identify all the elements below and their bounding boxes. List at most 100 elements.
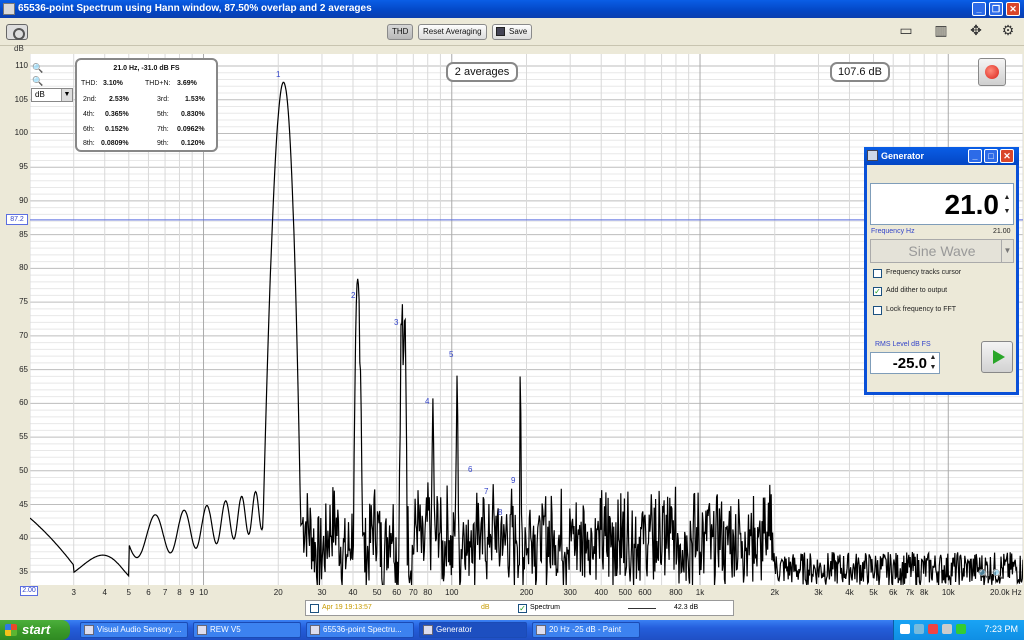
window-title-bar[interactable]: 65536-point Spectrum using Hann window, … [0, 0, 1024, 18]
system-tray: 7:23 PM [893, 620, 1024, 640]
x-tick-label: 600 [638, 588, 652, 597]
taskbar-item-label: 65536-point Spectru... [323, 625, 402, 634]
waveform-value: Sine Wave [908, 243, 976, 259]
x-tick-label: 10 [199, 588, 208, 597]
x-tick-label: 5k [869, 588, 878, 597]
y-tick-label: 50 [19, 465, 28, 475]
x-tick-label: 60 [392, 588, 402, 597]
taskbar-item[interactable]: REW V5 [193, 622, 301, 638]
y-tick-label: 105 [14, 94, 28, 104]
taskbar-item[interactable]: Generator [419, 622, 527, 638]
generator-close-button[interactable]: ✕ [1000, 149, 1014, 163]
rms-level-input[interactable]: -25.0 ▲ ▼ [870, 352, 940, 374]
generator-title-bar[interactable]: Generator _ □ ✕ [864, 147, 1019, 165]
x-tick-label: 70 [408, 588, 418, 597]
thd-header: 21.0 Hz, -31.0 dB FS [113, 65, 180, 72]
fit-arrows-icon[interactable]: ✥ [963, 22, 989, 42]
save-label: Save [509, 27, 528, 36]
peak-label: 2 [351, 291, 356, 300]
zoom-out-icon[interactable]: 🔍 [32, 75, 44, 87]
level-badge: 107.6 dB [830, 62, 890, 82]
thd-value: 3.10% [103, 80, 123, 87]
y-tick-label: 60 [19, 398, 28, 408]
taskbar-item[interactable]: 65536-point Spectru... [306, 622, 414, 638]
x-tick-label: 7k [905, 588, 915, 597]
camera-icon[interactable] [6, 24, 28, 40]
x-zoom-in-icon[interactable]: 🔍 [978, 568, 990, 580]
x-tick-label: 6 [146, 588, 151, 597]
level-down-icon[interactable]: ▼ [928, 364, 938, 374]
lock-frequency-checkbox[interactable]: Lock frequency to FFT [873, 305, 1013, 317]
x-tick-label: 80 [423, 588, 433, 597]
close-button[interactable]: ✕ [1006, 2, 1020, 16]
frequency-value: 21.0 [944, 189, 1000, 220]
y-tick-label: 110 [15, 61, 28, 70]
frequency-tracks-cursor-checkbox[interactable]: Frequency tracks cursor [873, 268, 1013, 280]
graph-layout-icon[interactable]: ▭ [893, 22, 919, 42]
measurement-checkbox[interactable] [310, 604, 319, 613]
panel-layout-icon[interactable]: ▥ [928, 22, 954, 42]
checkbox-label: Frequency tracks cursor [886, 269, 962, 276]
x-zoom-out-icon[interactable]: 🔍 [992, 568, 1004, 580]
thd-row: 8th: 0.0809% 9th: 0.120% [81, 140, 216, 150]
reset-averaging-button[interactable]: Reset Averaging [418, 24, 487, 40]
y-tick-label: 75 [19, 297, 28, 307]
security-icon[interactable] [928, 624, 938, 634]
x-tick-label: 5 [126, 588, 132, 597]
checkbox-label: Add dither to output [886, 287, 948, 294]
thd-row: 4th: 0.365% 5th: 0.830% [81, 111, 216, 121]
zoom-in-icon[interactable]: 🔍 [32, 62, 44, 74]
x-tick-label: 800 [669, 588, 683, 597]
measurement-name: Apr 19 19:13:57 [322, 604, 372, 611]
gear-icon[interactable]: ⚙ [998, 22, 1018, 42]
y-tick-label: 95 [19, 162, 28, 172]
record-button[interactable] [978, 58, 1006, 86]
harmonic-value: 0.365% [105, 111, 129, 118]
volume-icon[interactable] [942, 624, 952, 634]
generator-maximize-button[interactable]: □ [984, 149, 998, 163]
taskbar-item[interactable]: 20 Hz -25 dB - Paint [532, 622, 640, 638]
checkbox-box [873, 269, 882, 278]
y-tick-label: 55 [19, 432, 28, 442]
generator-minimize-button[interactable]: _ [968, 149, 982, 163]
peak-label: 4 [425, 397, 430, 406]
thd-button[interactable]: THD [387, 24, 414, 40]
restore-button[interactable]: ❐ [989, 2, 1003, 16]
x-tick-label: 7 [162, 588, 168, 597]
minimize-button[interactable]: _ [972, 2, 986, 16]
x-tick-label: 30 [317, 588, 327, 597]
play-button[interactable] [981, 341, 1013, 373]
spectrum-line-swatch [628, 608, 656, 609]
network-icon[interactable] [914, 624, 924, 634]
waveform-select[interactable]: Sine Wave ▼ [870, 239, 1014, 263]
harmonic-value: 0.152% [105, 126, 129, 133]
harmonic-label: 6th: [83, 126, 95, 133]
add-dither-checkbox[interactable]: ✓ Add dither to output [873, 286, 1013, 298]
harmonic-label: 4th: [83, 111, 95, 118]
spectrum-checkbox[interactable]: ✓ [518, 604, 527, 613]
x-tick-label: 400 [594, 588, 608, 597]
harmonic-value: 1.53% [185, 96, 205, 103]
start-button[interactable]: start [0, 620, 70, 640]
update-icon[interactable] [956, 624, 966, 634]
peak-label: 7 [484, 487, 489, 496]
harmonic-value: 0.0962% [177, 126, 205, 133]
frequency-down-icon[interactable]: ▼ [1002, 208, 1012, 218]
save-button[interactable]: Save [492, 24, 533, 40]
averages-badge: 2 averages [446, 62, 518, 82]
taskbar-item[interactable]: Visual Audio Sensory ... [80, 622, 188, 638]
frequency-up-icon[interactable]: ▲ [1002, 194, 1012, 204]
harmonic-value: 0.120% [181, 140, 205, 147]
generator-title: Generator [881, 151, 925, 161]
x-tick-label: 2k [770, 588, 779, 597]
checkbox-label: Lock frequency to FFT [886, 306, 957, 313]
level-up-icon[interactable]: ▲ [928, 354, 938, 364]
frequency-input[interactable]: 21.0 ▲ ▼ [870, 183, 1014, 225]
taskbar-item-label: Visual Audio Sensory ... [97, 625, 182, 634]
spectrum-label: Spectrum [530, 604, 560, 611]
unit-select[interactable]: dB ▼ [31, 88, 73, 102]
rms-level-label: RMS Level dB FS [875, 341, 931, 348]
taskbar: start Visual Audio Sensory ... REW V5 65… [0, 620, 1024, 640]
help-icon[interactable] [900, 624, 910, 634]
y-tick-label: 45 [19, 499, 28, 509]
